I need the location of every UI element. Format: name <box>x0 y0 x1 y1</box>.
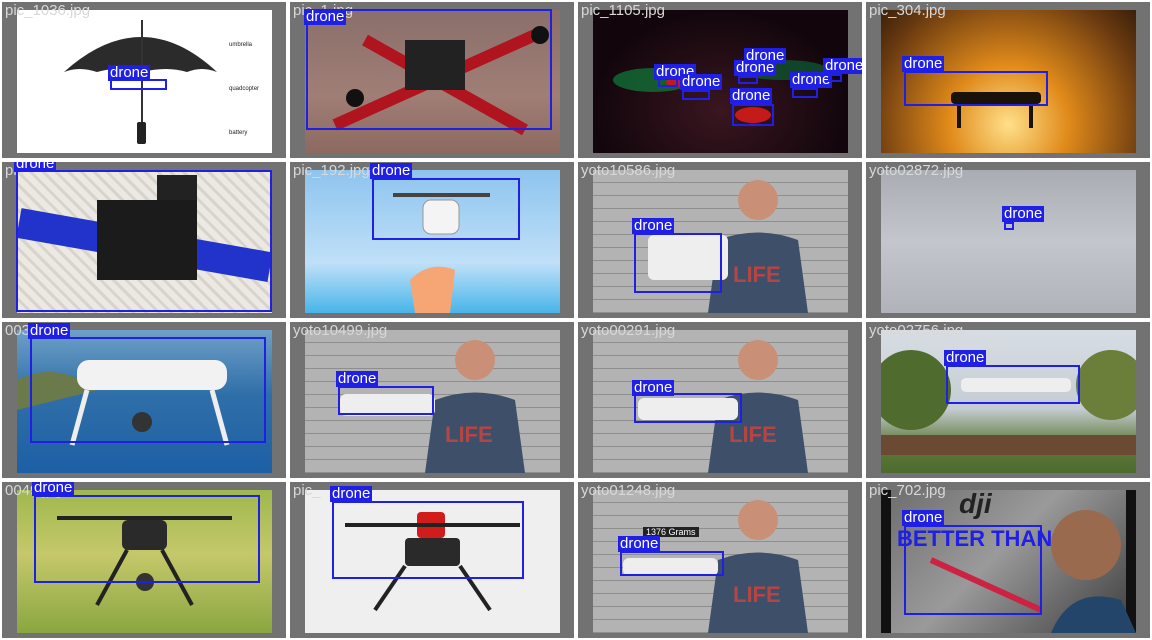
thumbnail-tile[interactable]: dji BETTER THAN pic_702.jpg drone <box>866 482 1150 638</box>
thumbnail-tile[interactable]: yoto02756.jpg drone <box>866 322 1150 478</box>
thumbnail-tile[interactable]: pic_1105.jpg drone drone drone drone dro… <box>578 2 862 158</box>
image-filename: yoto10499.jpg <box>293 322 388 339</box>
detection-label: drone <box>330 485 373 502</box>
detection-box <box>1004 222 1014 230</box>
detection-box <box>620 551 724 576</box>
detection-box <box>332 501 524 579</box>
detection-box <box>738 76 758 84</box>
thumbnail-tile[interactable]: 0033.jpg drone <box>2 322 286 478</box>
thumbnail-tile[interactable]: yoto02872.jpg drone <box>866 162 1150 318</box>
detection-box <box>306 9 552 130</box>
thumbnail-tile[interactable]: LIFE yoto00291.jpg drone <box>578 322 862 478</box>
detection-box <box>16 170 272 312</box>
quadcopter-text: quadcopter <box>229 86 260 92</box>
image-filename: pic_304.jpg <box>869 2 946 19</box>
shirt-text: LIFE <box>733 582 781 607</box>
detection-box <box>904 71 1048 106</box>
detection-box <box>828 74 842 82</box>
detection-label: drone <box>734 59 777 76</box>
detection-box <box>372 178 520 240</box>
detection-label: drone <box>370 162 413 179</box>
image-filename: pic_1036.jpg <box>5 2 91 19</box>
shirt-text: LIFE <box>729 422 777 447</box>
thumbnail-tile[interactable]: umbrella quadcopter battery pic_1036.jpg… <box>2 2 286 158</box>
detection-label: drone <box>108 64 151 81</box>
thumbnail-tile[interactable]: 1376 Grams LIFE yoto01248.jpg drone <box>578 482 862 638</box>
detection-label: drone <box>1002 205 1045 222</box>
shirt-text: LIFE <box>733 262 781 287</box>
image-filename: yoto02756.jpg <box>869 322 964 339</box>
detection-box <box>634 393 742 423</box>
detection-label: drone <box>304 8 347 25</box>
detection-label: drone <box>902 509 945 526</box>
image-filename: yoto00291.jpg <box>581 322 676 339</box>
detection-label: drone <box>32 482 75 496</box>
battery-text: battery <box>229 130 248 136</box>
shirt-text: LIFE <box>445 422 493 447</box>
image-filename: pic_ <box>293 482 321 499</box>
thumbnail-tile[interactable]: pic_304.jpg drone <box>866 2 1150 158</box>
detection-box <box>30 337 266 443</box>
thumbnail-tile[interactable]: LIFE yoto10499.jpg drone <box>290 322 574 478</box>
detection-label: drone <box>618 535 661 552</box>
thumbnail-tile[interactable]: pic_192.jpg drone <box>290 162 574 318</box>
thumbnail-image <box>881 170 1136 313</box>
image-filename: pic_702.jpg <box>869 482 946 499</box>
detection-label: drone <box>902 55 945 72</box>
detection-label: drone <box>680 73 723 90</box>
image-filename: yoto10586.jpg <box>581 162 676 179</box>
detection-label: drone <box>823 58 862 74</box>
detection-box <box>682 90 710 100</box>
thumbnail-tile[interactable]: pic_1.jpg drone <box>290 2 574 158</box>
dji-logo: dji <box>959 490 992 519</box>
detection-label: drone <box>790 71 833 88</box>
detection-label: drone <box>28 322 71 339</box>
umbrella-text: umbrella <box>229 42 253 48</box>
detection-box <box>338 386 434 415</box>
detection-box <box>904 525 1042 615</box>
detection-box <box>634 233 722 293</box>
image-filename: pic_192.jpg <box>293 162 370 179</box>
detection-box <box>34 495 260 583</box>
image-filename: yoto02872.jpg <box>869 162 964 179</box>
image-filename: pic_1105.jpg <box>581 2 665 19</box>
image-filename: yoto01248.jpg <box>581 482 676 499</box>
detection-label: drone <box>730 87 773 104</box>
detection-label: drone <box>336 370 379 387</box>
thumbnail-tile[interactable]: pic drone <box>2 162 286 318</box>
detection-box <box>732 104 774 126</box>
detection-label: drone <box>14 162 57 172</box>
detection-label: drone <box>632 379 675 396</box>
thumbnail-tile[interactable]: pic_ drone <box>290 482 574 638</box>
detection-label: drone <box>632 217 675 234</box>
thumbnail-tile[interactable]: 0049.jpg drone <box>2 482 286 638</box>
detection-box <box>946 365 1080 404</box>
thumbnail-tile[interactable]: LIFE yoto10586.jpg drone <box>578 162 862 318</box>
detection-box <box>792 88 818 98</box>
detection-label: drone <box>944 349 987 366</box>
